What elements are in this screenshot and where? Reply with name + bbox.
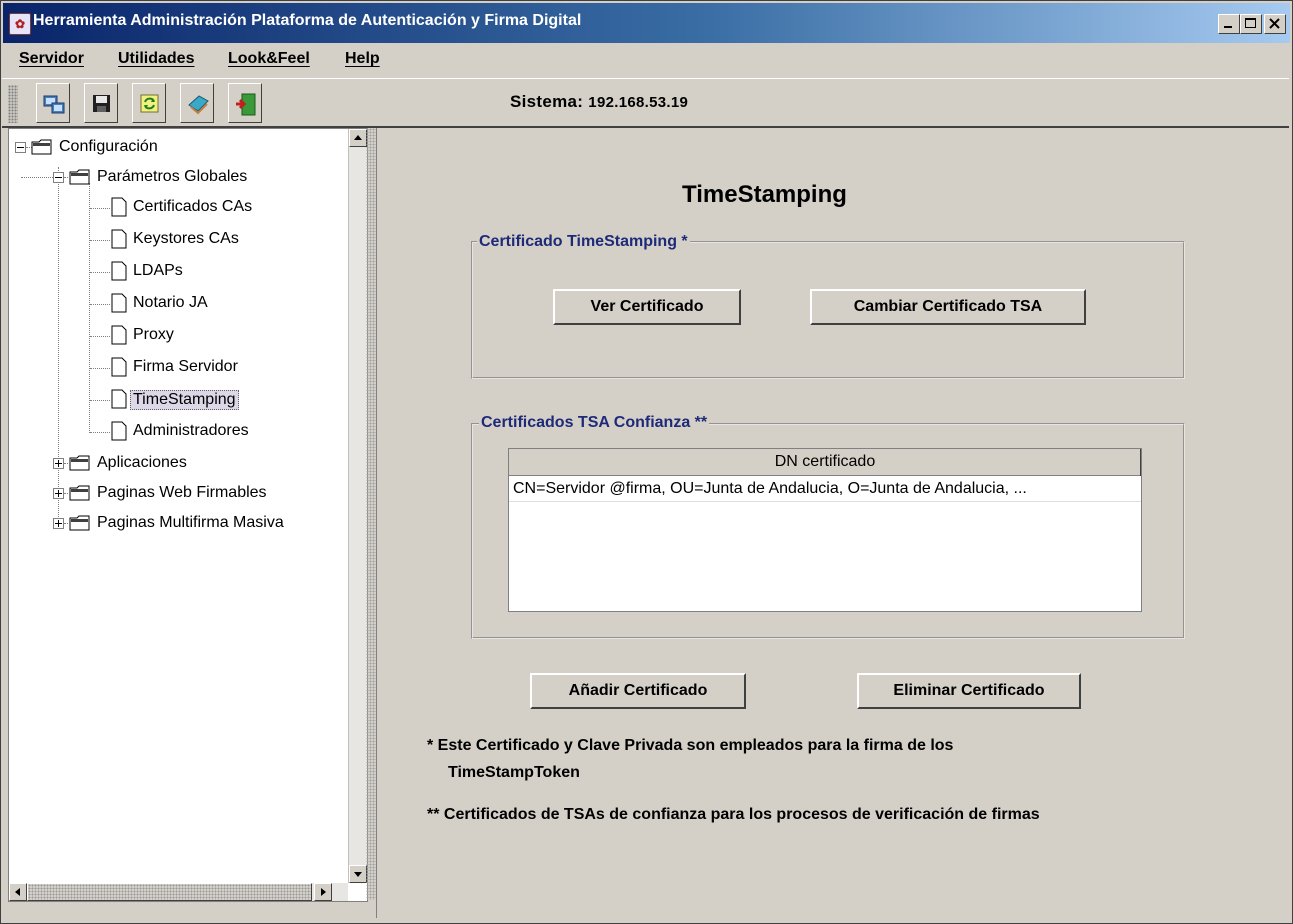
change-tsa-certificate-button[interactable]: Cambiar Certificado TSA: [810, 289, 1086, 325]
exit-button[interactable]: [228, 83, 262, 123]
collapse-icon[interactable]: [53, 172, 64, 183]
tree-leaf-ldaps[interactable]: LDAPs: [9, 257, 339, 287]
document-icon: [111, 197, 127, 217]
tree-connector: [90, 400, 110, 401]
tree-node-paginas-multifirma[interactable]: Paginas Multifirma Masiva: [9, 509, 347, 539]
tree-leaf-notario-ja[interactable]: Notario JA: [9, 289, 339, 319]
menu-item-help[interactable]: Help: [345, 50, 380, 68]
tree-connector: [90, 336, 110, 337]
tree-connector: [90, 368, 110, 369]
refresh-button[interactable]: [132, 83, 166, 123]
tree-connector: [90, 304, 110, 305]
folder-icon: [69, 485, 90, 501]
tree-leaf-firma-servidor[interactable]: Firma Servidor: [9, 353, 339, 383]
page-title: TimeStamping: [682, 181, 847, 208]
tree-leaf-certificados-cas[interactable]: Certificados CAs: [9, 193, 339, 223]
connect-icon: [43, 95, 65, 114]
tree-connector: [90, 272, 110, 273]
timestamping-cert-legend: Certificado TimeStamping *: [477, 233, 690, 251]
collapse-icon[interactable]: [15, 142, 26, 153]
horizontal-scroll-thumb[interactable]: [27, 883, 312, 901]
tree-connector: [21, 177, 53, 178]
note-private-key-line2: TimeStampToken: [448, 764, 580, 781]
tree-node-root[interactable]: Configuración: [9, 133, 339, 163]
system-address: 192.168.53.19: [588, 94, 689, 111]
document-icon: [111, 325, 127, 345]
maximize-icon[interactable]: [1240, 14, 1262, 34]
tree-connector: [64, 523, 68, 524]
column-header-dn[interactable]: DN certificado: [509, 449, 1141, 476]
folder-icon: [69, 169, 90, 185]
document-icon: [111, 389, 127, 409]
connect-button[interactable]: [36, 83, 70, 123]
book-icon: [188, 95, 209, 115]
toolbar: Sistema: 192.168.53.19: [2, 78, 1289, 127]
tree-leaf-keystores-cas[interactable]: Keystores CAs: [9, 225, 339, 255]
split-pane-divider[interactable]: [366, 128, 376, 900]
tree-leaf-timestamping[interactable]: TimeStamping: [9, 385, 339, 415]
expand-icon[interactable]: [53, 518, 64, 529]
tree-connector: [90, 240, 110, 241]
note-private-key-line1: * Este Certificado y Clave Privada son e…: [427, 737, 954, 754]
tree-connector: [64, 177, 68, 178]
scroll-down-icon[interactable]: [349, 865, 367, 883]
tree-node-global-params[interactable]: Parámetros Globales: [9, 163, 339, 193]
folder-icon: [69, 455, 90, 471]
expand-icon[interactable]: [53, 488, 64, 499]
menu-item-servidor[interactable]: Servidor: [19, 50, 84, 68]
tree-connector: [90, 208, 110, 209]
expand-icon[interactable]: [53, 458, 64, 469]
minimize-icon[interactable]: [1218, 14, 1240, 34]
tree-connector: [64, 493, 68, 494]
system-indicator: Sistema: 192.168.53.19: [510, 92, 689, 111]
exit-icon: [236, 93, 256, 116]
trusted-tsa-legend: Certificados TSA Confianza **: [479, 414, 710, 432]
title-bar[interactable]: ✿ Herramienta Administración Plataforma …: [3, 3, 1290, 43]
menu-item-utilidades[interactable]: Utilidades: [118, 50, 194, 68]
table-row[interactable]: CN=Servidor @firma, OU=Junta de Andaluci…: [509, 476, 1141, 502]
document-icon: [111, 261, 127, 281]
tree-selected-label: TimeStamping: [130, 390, 239, 410]
document-icon: [111, 229, 127, 249]
document-icon: [111, 357, 127, 377]
save-icon: [93, 95, 110, 112]
tree-connector: [90, 432, 110, 433]
menu-bar: Servidor: [3, 45, 1290, 77]
scroll-left-icon[interactable]: [9, 883, 27, 901]
folder-icon: [69, 515, 90, 531]
tree-node-paginas-web-firmables[interactable]: Paginas Web Firmables: [9, 479, 339, 509]
tree-vertical-scrollbar[interactable]: [348, 129, 367, 883]
document-icon: [111, 421, 127, 441]
tree-node-aplicaciones[interactable]: Aplicaciones: [9, 449, 339, 479]
config-tree: Configuración Parámetros Globales Certif…: [8, 128, 368, 902]
close-icon[interactable]: [1264, 14, 1286, 34]
app-seal-icon[interactable]: ✿: [9, 13, 31, 35]
window-title: Herramienta Administración Plataforma de…: [33, 12, 582, 29]
tree-leaf-proxy[interactable]: Proxy: [9, 321, 339, 351]
add-certificate-button[interactable]: Añadir Certificado: [530, 673, 746, 709]
tree-leaf-administradores[interactable]: Administradores: [9, 417, 339, 447]
save-button[interactable]: [84, 83, 118, 123]
menu-item-lookfeel[interactable]: Look&Feel: [228, 50, 310, 68]
scroll-right-icon[interactable]: [314, 883, 332, 901]
note-trusted-tsa: ** Certificados de TSAs de confianza par…: [427, 806, 1040, 823]
trusted-tsa-table: DN certificado CN=Servidor @firma, OU=Ju…: [508, 448, 1142, 612]
tree-horizontal-scrollbar[interactable]: [9, 883, 348, 901]
tree-connector: [64, 463, 68, 464]
remove-certificate-button[interactable]: Eliminar Certificado: [857, 673, 1081, 709]
folder-icon: [31, 139, 52, 155]
refresh-icon: [140, 94, 159, 113]
toolbar-grip[interactable]: [8, 85, 18, 123]
book-button[interactable]: [180, 83, 214, 123]
view-certificate-button[interactable]: Ver Certificado: [553, 289, 741, 325]
scroll-up-icon[interactable]: [349, 129, 367, 147]
document-icon: [111, 293, 127, 313]
